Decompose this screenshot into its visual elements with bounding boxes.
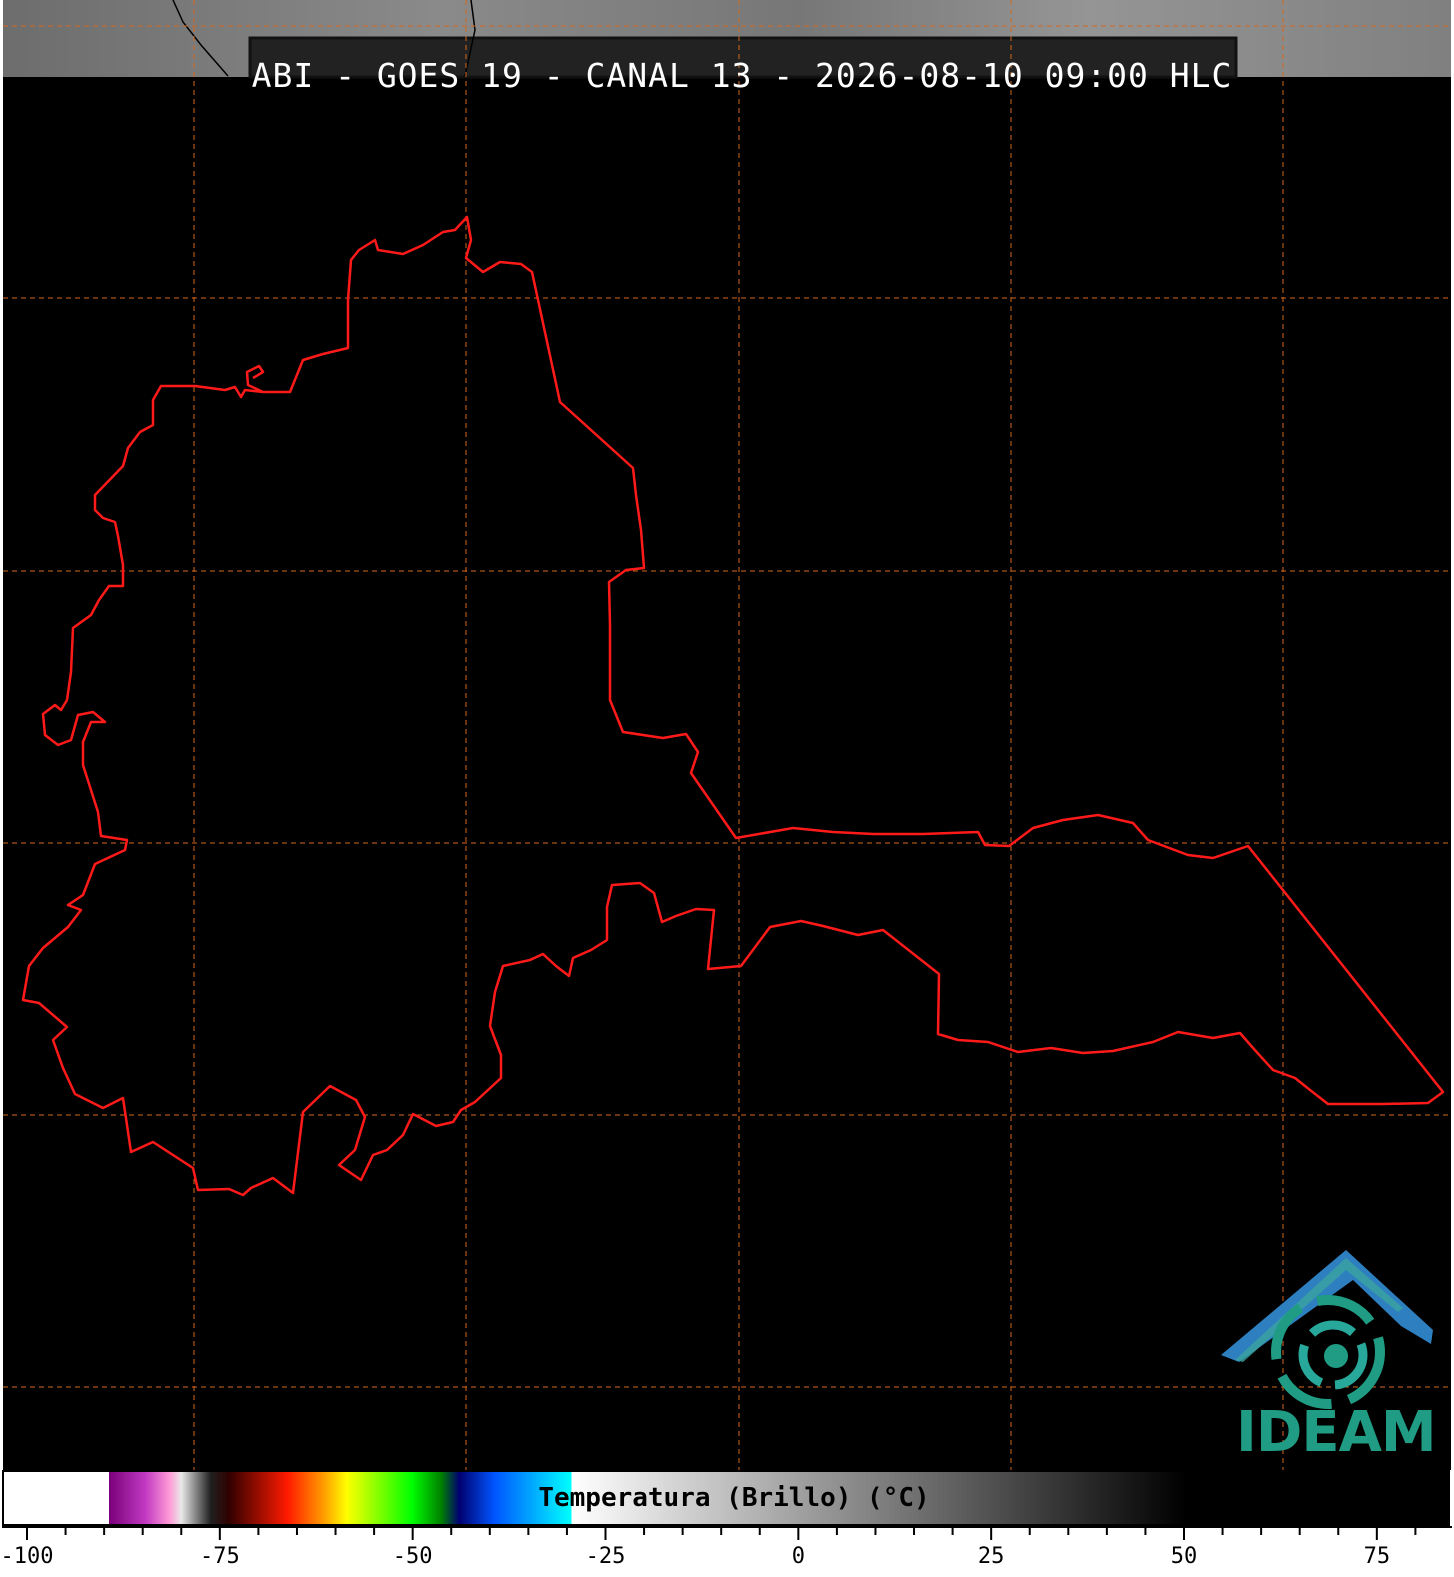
image-title: ABI - GOES 19 - CANAL 13 - 2026-08-10 09…: [251, 56, 1233, 95]
ideam-logo-text: IDEAM: [1236, 1400, 1437, 1465]
colorbar-tick-label: -50: [392, 1544, 433, 1569]
colorbar-label: Temperatura (Brillo) (°C): [538, 1483, 930, 1513]
colorbar-tick-label: 0: [791, 1544, 805, 1569]
colorbar-tick-label: -100: [0, 1544, 54, 1569]
ideam-logo-icon: [1221, 1250, 1433, 1409]
satellite-image-frame: ABI - GOES 19 - CANAL 13 - 2026-08-10 09…: [0, 0, 1454, 1577]
colorbar-tick-label: 50: [1170, 1544, 1198, 1569]
colorbar-tick-label: 75: [1363, 1544, 1391, 1569]
region-boundary: [21, 215, 1445, 1197]
graticule: [3, 0, 1451, 1470]
colorbar-tick-label: -25: [585, 1544, 626, 1569]
colorbar-tick-label: 25: [977, 1544, 1005, 1569]
satellite-map: [3, 0, 1451, 1470]
colorbar-tick-label: -75: [199, 1544, 240, 1569]
